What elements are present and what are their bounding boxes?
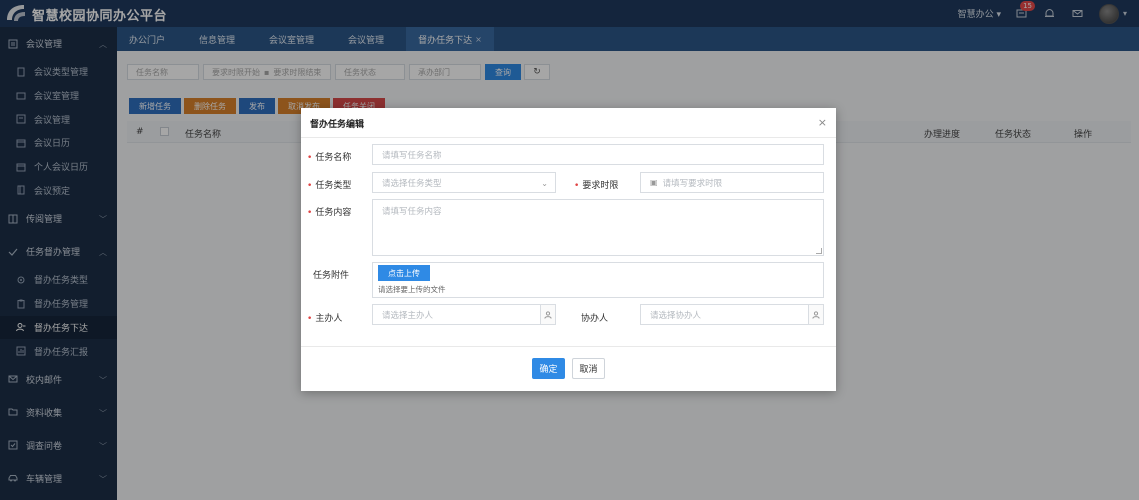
user-picker-icon[interactable] [808, 305, 823, 324]
task-name-label: • 任务名称 [307, 153, 352, 163]
modal-footer-divider [301, 346, 836, 347]
modal-header: 督办任务编辑 × [301, 108, 836, 138]
deadline-label: • 要求时限 [574, 181, 619, 191]
upload-button[interactable]: 点击上传 [378, 265, 430, 281]
resize-handle[interactable] [816, 248, 822, 254]
task-type-select[interactable]: 请选择任务类型 ⌄ [372, 172, 556, 193]
user-picker-icon[interactable] [540, 305, 555, 324]
assist-placeholder: 请选择协办人 [650, 310, 702, 321]
attachment-label: 任务附件 [313, 271, 350, 281]
task-type-label: • 任务类型 [307, 181, 352, 191]
attachment-upload-area: 点击上传 请选择要上传的文件 [372, 262, 824, 298]
cancel-button[interactable]: 取消 [572, 358, 605, 379]
calendar-icon: ▣ [650, 178, 658, 187]
content-placeholder: 请填写任务内容 [382, 207, 442, 217]
task-name-input[interactable]: 请填写任务名称 [372, 144, 824, 165]
upload-hint: 请选择要上传的文件 [378, 285, 446, 294]
chevron-down-icon: ⌄ [541, 179, 548, 188]
deadline-input[interactable]: ▣ 请填写要求时限 [640, 172, 824, 193]
task-type-placeholder: 请选择任务类型 [382, 178, 442, 189]
close-icon[interactable]: × [818, 117, 827, 128]
assist-input[interactable]: 请选择协办人 [640, 304, 824, 325]
assist-label: 协办人 [581, 314, 609, 324]
host-placeholder: 请选择主办人 [382, 310, 434, 321]
host-label: • 主办人 [307, 314, 343, 324]
deadline-placeholder: 请填写要求时限 [662, 178, 723, 189]
task-content-label: • 任务内容 [307, 208, 352, 218]
confirm-button[interactable]: 确定 [532, 358, 565, 379]
host-input[interactable]: 请选择主办人 [372, 304, 556, 325]
modal-title: 督办任务编辑 [310, 120, 365, 130]
task-content-textarea[interactable]: 请填写任务内容 [372, 199, 824, 256]
